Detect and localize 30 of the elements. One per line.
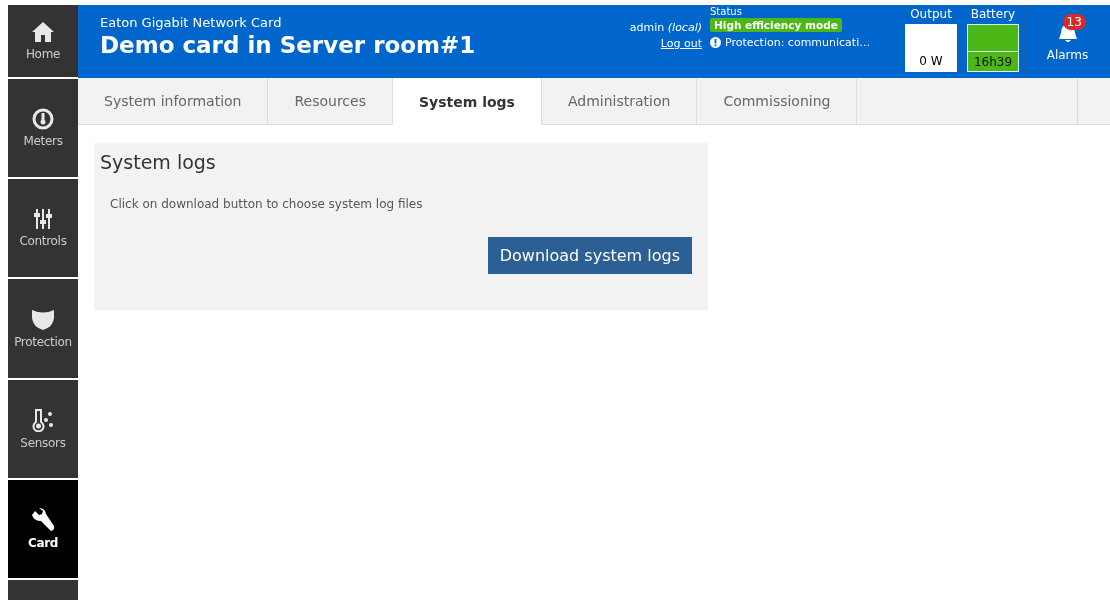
download-button[interactable]: Download system logs (487, 237, 692, 274)
tab[interactable]: System logs (392, 78, 542, 125)
gauge-icon (32, 107, 54, 130)
output-label: Output (910, 7, 952, 21)
battery-value: 16h39 (968, 51, 1018, 71)
logout-link[interactable]: Log out (660, 37, 702, 50)
sidebar-item[interactable]: Home (8, 5, 78, 77)
status-badge: High efficiency mode (710, 18, 842, 32)
sidebar-item[interactable]: Card (8, 480, 78, 579)
shield-icon (31, 308, 55, 331)
status-message: Protection: communicati… (725, 36, 871, 49)
device-title: Demo card in Server room#1 (100, 32, 477, 58)
output-value: 0 W (905, 24, 957, 72)
home-icon (31, 20, 55, 43)
warning-icon (710, 37, 721, 48)
sidebar-item[interactable]: Meters (8, 78, 78, 178)
battery-label: Battery (970, 7, 1016, 21)
thermometer-icon (31, 407, 55, 432)
alarm-count-badge: 13 (1062, 13, 1086, 30)
status-label: Status (710, 6, 742, 17)
sidebar-item[interactable] (8, 580, 78, 600)
panel-title: System logs (100, 151, 217, 173)
sidebar-item[interactable]: Protection (8, 279, 78, 378)
panel-description: Click on download button to choose system log files (110, 197, 424, 211)
sidebar-item[interactable]: Controls (8, 179, 78, 278)
user-name: admin (local) (629, 21, 702, 34)
sliders-icon (33, 208, 53, 231)
wrench-icon (31, 508, 55, 533)
sidebar-item[interactable]: Sensors (8, 379, 78, 478)
product-name: Eaton Gigabit Network Card (100, 15, 283, 30)
